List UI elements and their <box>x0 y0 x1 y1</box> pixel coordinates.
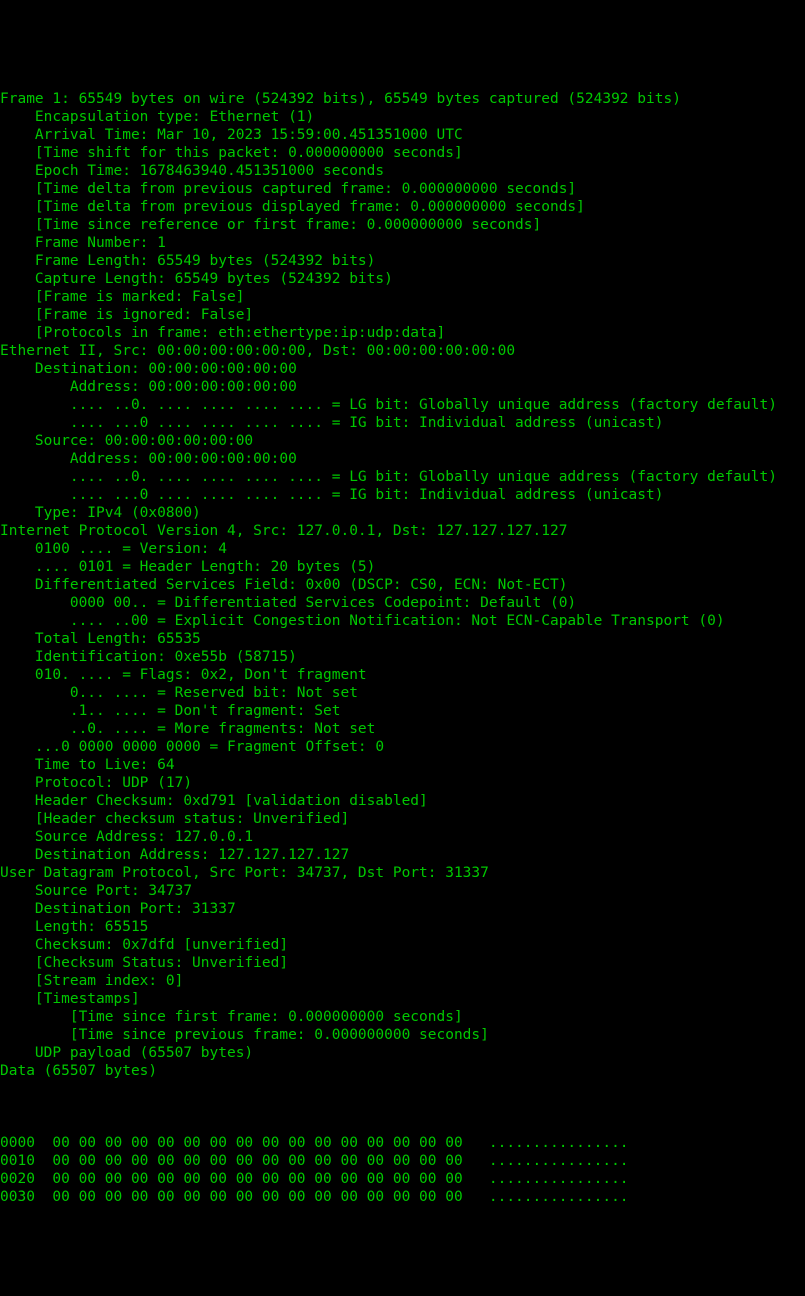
packet-line: [Time since previous frame: 0.000000000 … <box>0 1026 805 1044</box>
hexdump-row: 0020 00 00 00 00 00 00 00 00 00 00 00 00… <box>0 1170 805 1188</box>
packet-line: Ethernet II, Src: 00:00:00:00:00:00, Dst… <box>0 342 805 360</box>
packet-line: [Timestamps] <box>0 990 805 1008</box>
packet-line: Differentiated Services Field: 0x00 (DSC… <box>0 576 805 594</box>
packet-details-tree: Frame 1: 65549 bytes on wire (524392 bit… <box>0 90 805 1080</box>
hexdump-row: 0010 00 00 00 00 00 00 00 00 00 00 00 00… <box>0 1152 805 1170</box>
hex-dump: 0000 00 00 00 00 00 00 00 00 00 00 00 00… <box>0 1134 805 1206</box>
packet-line: .... 0101 = Header Length: 20 bytes (5) <box>0 558 805 576</box>
packet-line: Encapsulation type: Ethernet (1) <box>0 108 805 126</box>
packet-line: UDP payload (65507 bytes) <box>0 1044 805 1062</box>
packet-line: .... ...0 .... .... .... .... = IG bit: … <box>0 414 805 432</box>
packet-line: 0100 .... = Version: 4 <box>0 540 805 558</box>
packet-line: [Frame is marked: False] <box>0 288 805 306</box>
packet-line: .... ...0 .... .... .... .... = IG bit: … <box>0 486 805 504</box>
packet-line: Data (65507 bytes) <box>0 1062 805 1080</box>
packet-line: [Frame is ignored: False] <box>0 306 805 324</box>
hexdump-row: 0030 00 00 00 00 00 00 00 00 00 00 00 00… <box>0 1188 805 1206</box>
packet-line: Destination Address: 127.127.127.127 <box>0 846 805 864</box>
packet-line: Arrival Time: Mar 10, 2023 15:59:00.4513… <box>0 126 805 144</box>
packet-line: .... ..0. .... .... .... .... = LG bit: … <box>0 468 805 486</box>
packet-line: [Header checksum status: Unverified] <box>0 810 805 828</box>
packet-line: ..0. .... = More fragments: Not set <box>0 720 805 738</box>
packet-line: Checksum: 0x7dfd [unverified] <box>0 936 805 954</box>
packet-line: Frame Number: 1 <box>0 234 805 252</box>
packet-line: Length: 65515 <box>0 918 805 936</box>
packet-line: Destination Port: 31337 <box>0 900 805 918</box>
packet-line: Type: IPv4 (0x0800) <box>0 504 805 522</box>
packet-line: .... ..0. .... .... .... .... = LG bit: … <box>0 396 805 414</box>
packet-line: Address: 00:00:00:00:00:00 <box>0 378 805 396</box>
packet-line: Source Port: 34737 <box>0 882 805 900</box>
packet-line: Frame Length: 65549 bytes (524392 bits) <box>0 252 805 270</box>
hexdump-row: 0000 00 00 00 00 00 00 00 00 00 00 00 00… <box>0 1134 805 1152</box>
packet-line: Identification: 0xe55b (58715) <box>0 648 805 666</box>
packet-line: ...0 0000 0000 0000 = Fragment Offset: 0 <box>0 738 805 756</box>
packet-line: Address: 00:00:00:00:00:00 <box>0 450 805 468</box>
packet-line: [Time since reference or first frame: 0.… <box>0 216 805 234</box>
packet-line: [Checksum Status: Unverified] <box>0 954 805 972</box>
packet-line: Total Length: 65535 <box>0 630 805 648</box>
packet-line: Internet Protocol Version 4, Src: 127.0.… <box>0 522 805 540</box>
packet-line: .... ..00 = Explicit Congestion Notifica… <box>0 612 805 630</box>
packet-line: [Stream index: 0] <box>0 972 805 990</box>
packet-line: Protocol: UDP (17) <box>0 774 805 792</box>
packet-line: Destination: 00:00:00:00:00:00 <box>0 360 805 378</box>
packet-line: Source Address: 127.0.0.1 <box>0 828 805 846</box>
packet-line: Header Checksum: 0xd791 [validation disa… <box>0 792 805 810</box>
packet-line: .1.. .... = Don't fragment: Set <box>0 702 805 720</box>
blank-line <box>0 1098 805 1116</box>
packet-line: [Protocols in frame: eth:ethertype:ip:ud… <box>0 324 805 342</box>
packet-line: Frame 1: 65549 bytes on wire (524392 bit… <box>0 90 805 108</box>
packet-line: 0000 00.. = Differentiated Services Code… <box>0 594 805 612</box>
packet-line: 010. .... = Flags: 0x2, Don't fragment <box>0 666 805 684</box>
packet-line: User Datagram Protocol, Src Port: 34737,… <box>0 864 805 882</box>
packet-line: Source: 00:00:00:00:00:00 <box>0 432 805 450</box>
packet-line: [Time shift for this packet: 0.000000000… <box>0 144 805 162</box>
packet-line: [Time delta from previous displayed fram… <box>0 198 805 216</box>
packet-line: Capture Length: 65549 bytes (524392 bits… <box>0 270 805 288</box>
packet-line: 0... .... = Reserved bit: Not set <box>0 684 805 702</box>
packet-line: [Time delta from previous captured frame… <box>0 180 805 198</box>
packet-line: [Time since first frame: 0.000000000 sec… <box>0 1008 805 1026</box>
packet-line: Epoch Time: 1678463940.451351000 seconds <box>0 162 805 180</box>
packet-line: Time to Live: 64 <box>0 756 805 774</box>
